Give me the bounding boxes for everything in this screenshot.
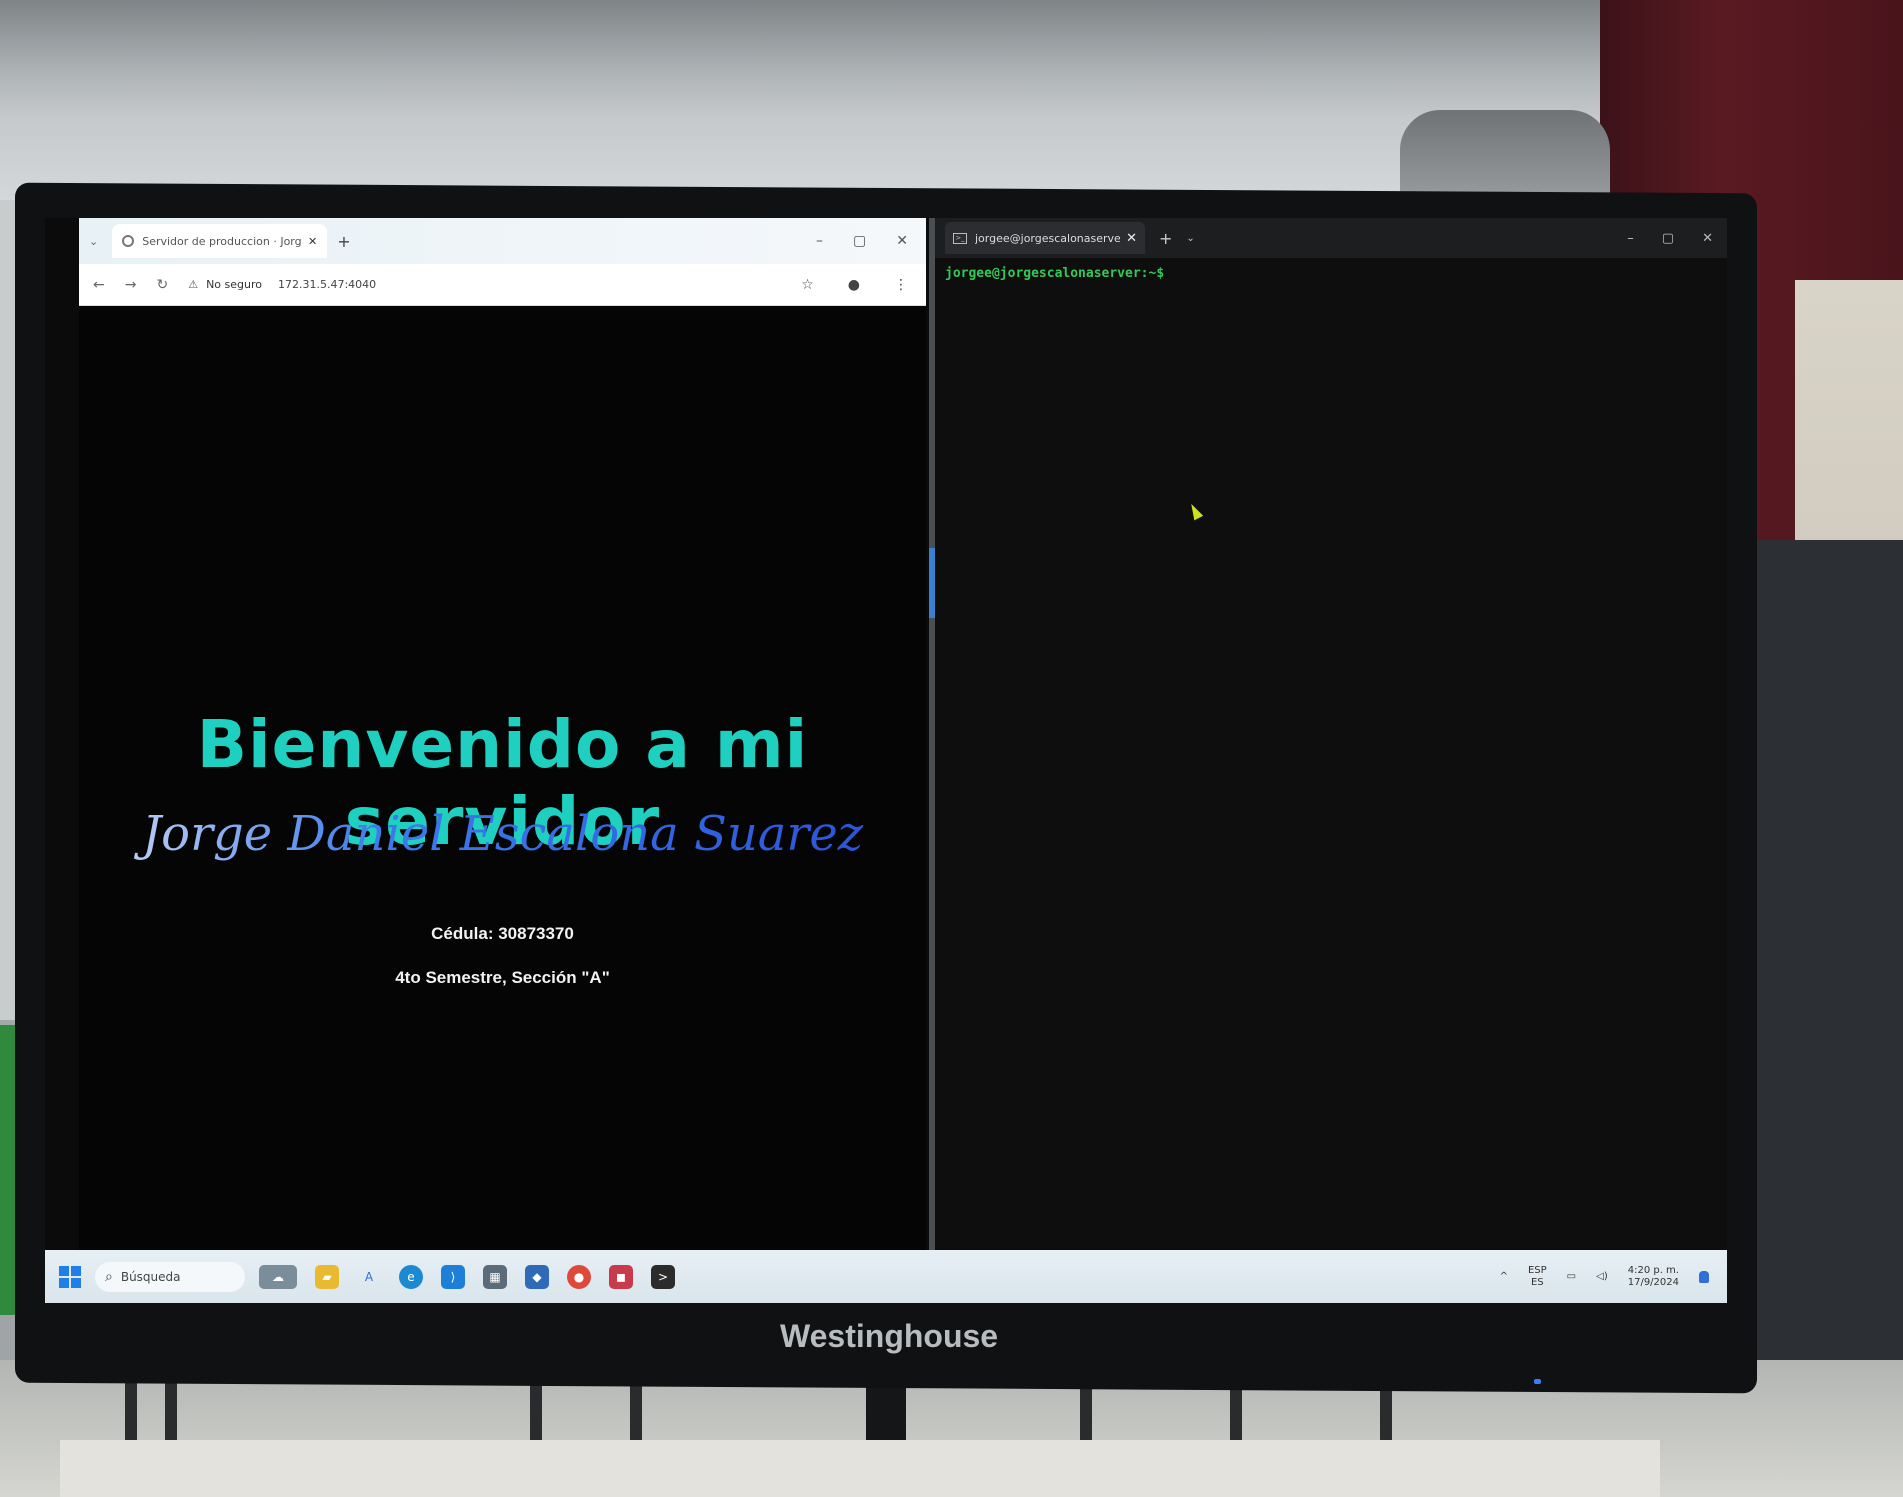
- reload-icon[interactable]: ↻: [156, 277, 168, 293]
- terminal-tab[interactable]: >_ jorgee@jorgescalonaserver: ~ ✕: [945, 222, 1145, 254]
- taskbar-apps: ☁ ▰ A e ⟩ ▦ ◆ ● ◼ >: [259, 1264, 675, 1289]
- browser-tab[interactable]: Servidor de produccion · Jorge ✕: [112, 224, 328, 258]
- close-tab-icon[interactable]: ✕: [308, 235, 317, 248]
- terminal-icon: >_: [953, 232, 967, 244]
- widgets-icon[interactable]: ☁: [259, 1264, 297, 1289]
- monitor-screen: ⌄ Servidor de produccion · Jorge ✕ + – ▢…: [45, 218, 1727, 1303]
- minimize-icon[interactable]: –: [816, 233, 823, 249]
- browser-tab-bar: ⌄ Servidor de produccion · Jorge ✕ + – ▢…: [79, 218, 926, 264]
- web-page: Bienvenido a mi servidor Jorge Daniel Es…: [79, 306, 926, 1250]
- app-a-icon[interactable]: A: [357, 1265, 381, 1289]
- close-icon[interactable]: ✕: [896, 233, 908, 249]
- terminal-output[interactable]: jorgee@jorgescalonaserver:~$: [935, 258, 1727, 289]
- chrome-icon[interactable]: ●: [567, 1264, 591, 1289]
- back-icon[interactable]: ←: [93, 277, 105, 293]
- close-icon[interactable]: ✕: [1702, 231, 1713, 246]
- new-tab-button[interactable]: +: [1159, 229, 1172, 248]
- keyboard-layout: ES: [1530, 1276, 1544, 1288]
- author-name: Jorge Daniel Escalona Suarez: [79, 806, 926, 862]
- taskbar: ⌕ Búsqueda ☁ ▰ A e ⟩ ▦ ◆ ● ◼ > ^ ESP ES …: [45, 1250, 1727, 1303]
- windows-start-icon[interactable]: [59, 1265, 81, 1288]
- warning-icon[interactable]: ⚠: [188, 278, 198, 291]
- globe-icon: [122, 235, 135, 247]
- tab-list-dropdown-icon[interactable]: ⌄: [89, 235, 98, 248]
- terminal-tab-title: jorgee@jorgescalonaserver: ~: [975, 231, 1121, 245]
- system-tray: ^ ESP ES ▭ ◁) 4:20 p. m. 17/9/2024: [1500, 1265, 1727, 1289]
- clock[interactable]: 4:20 p. m. 17/9/2024: [1628, 1265, 1679, 1289]
- language-code: ESP: [1527, 1264, 1547, 1276]
- power-led: [1534, 1379, 1541, 1384]
- bookmark-star-icon[interactable]: ☆: [801, 277, 814, 293]
- new-tab-button[interactable]: +: [337, 232, 350, 251]
- address-bar: ← → ↻ ⚠ No seguro 172.31.5.47:4040 ☆ ● ⋮: [79, 264, 926, 306]
- language-indicator[interactable]: ESP ES: [1528, 1265, 1547, 1289]
- virtualbox-icon[interactable]: ◆: [525, 1264, 549, 1289]
- app-vm-icon[interactable]: ▦: [483, 1264, 507, 1289]
- terminal-window-controls: – ▢ ✕: [1627, 231, 1727, 246]
- shell-prompt: jorgee@jorgescalonaserver:~$: [945, 266, 1165, 281]
- chevron-down-icon[interactable]: ⌄: [1186, 233, 1194, 244]
- terminal-app-icon[interactable]: >: [651, 1264, 675, 1289]
- minimize-icon[interactable]: –: [1627, 231, 1634, 246]
- browser-window-controls: – ▢ ✕: [816, 233, 926, 249]
- terminal-window: >_ jorgee@jorgescalonaserver: ~ ✕ + ⌄ – …: [935, 218, 1727, 1250]
- clock-date: 17/9/2024: [1627, 1276, 1679, 1288]
- profile-icon[interactable]: ●: [848, 277, 860, 293]
- browser-window: ⌄ Servidor de produccion · Jorge ✕ + – ▢…: [79, 218, 926, 1250]
- desk: [60, 1440, 1660, 1497]
- browser-tab-title: Servidor de produccion · Jorge: [142, 234, 302, 248]
- close-tab-icon[interactable]: ✕: [1126, 231, 1137, 246]
- volume-icon[interactable]: ◁): [1596, 1271, 1608, 1282]
- search-icon: ⌕: [105, 1268, 113, 1285]
- forward-icon[interactable]: →: [125, 277, 137, 293]
- network-icon[interactable]: ▭: [1567, 1271, 1576, 1282]
- vscode-icon[interactable]: ⟩: [441, 1264, 465, 1289]
- right-panel: [1740, 540, 1903, 1440]
- taskbar-search[interactable]: ⌕ Búsqueda: [95, 1261, 245, 1292]
- search-placeholder: Búsqueda: [120, 1269, 181, 1284]
- file-explorer-icon[interactable]: ▰: [315, 1264, 339, 1289]
- edge-icon[interactable]: e: [399, 1264, 423, 1289]
- clock-time: 4:20 p. m.: [1627, 1264, 1679, 1276]
- semester-text: 4to Semestre, Sección "A": [395, 968, 610, 987]
- monitor-brand: Westinghouse: [780, 1318, 999, 1354]
- url-field[interactable]: 172.31.5.47:4040: [278, 278, 376, 291]
- security-label[interactable]: No seguro: [206, 278, 262, 291]
- chevron-up-icon[interactable]: ^: [1500, 1271, 1508, 1282]
- menu-icon[interactable]: ⋮: [894, 277, 908, 293]
- app-red-icon[interactable]: ◼: [609, 1264, 633, 1289]
- mouse-pointer-icon: [1186, 501, 1204, 521]
- maximize-icon[interactable]: ▢: [1662, 231, 1674, 246]
- maximize-icon[interactable]: ▢: [853, 233, 866, 249]
- cedula-text: Cédula: 30873370: [431, 924, 574, 943]
- notification-bell-icon[interactable]: [1699, 1270, 1709, 1283]
- terminal-tab-bar: >_ jorgee@jorgescalonaserver: ~ ✕ + ⌄ – …: [935, 218, 1727, 258]
